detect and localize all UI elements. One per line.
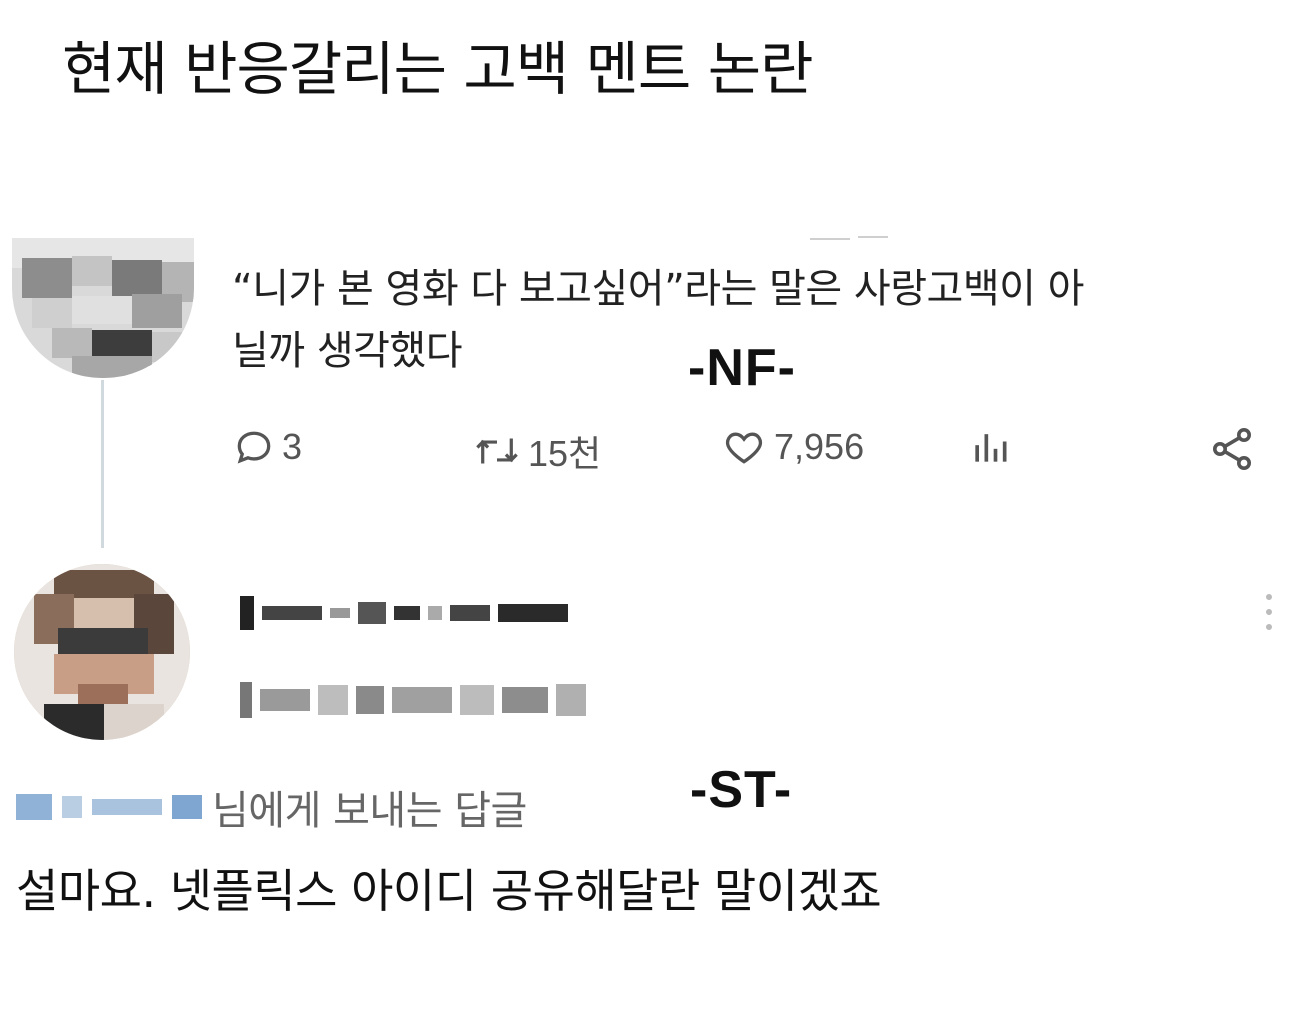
reply-tag: -ST-: [690, 761, 793, 819]
like-button[interactable]: 7,956: [720, 425, 864, 469]
reply-to-suffix: 님에게 보내는 답글: [212, 788, 527, 834]
divider: [858, 236, 888, 238]
reply-handle[interactable]: [240, 682, 586, 718]
like-icon: [720, 425, 768, 469]
tweet-actions: 3 15천 7,956: [232, 425, 1272, 485]
like-count: 7,956: [774, 426, 865, 467]
avatar[interactable]: [14, 564, 190, 740]
reply-button[interactable]: 3: [232, 425, 302, 469]
avatar[interactable]: [12, 238, 194, 378]
more-vertical-icon[interactable]: [1266, 594, 1272, 630]
retweet-count: 15천: [528, 433, 602, 474]
reply-to-line: 님에게 보내는 답글: [16, 778, 527, 836]
retweet-icon: [472, 429, 522, 473]
reply-display-name[interactable]: [240, 596, 568, 630]
thread-line: [101, 380, 104, 548]
reply-to-username[interactable]: [16, 794, 202, 820]
views-button[interactable]: [968, 425, 1012, 469]
tweet-text-line: “니가 본 영화 다 보고싶어”라는 말은 사랑고백이 아: [232, 266, 1084, 312]
reply-count: 3: [282, 426, 303, 467]
views-icon: [968, 425, 1012, 469]
share-icon: [1208, 425, 1256, 473]
page-headline: 현재 반응갈리는 고백 멘트 논란: [62, 35, 813, 103]
divider: [810, 238, 850, 240]
tweet-tag: -NF-: [688, 339, 796, 397]
reply-icon: [232, 425, 276, 469]
reply-text: 설마요. 넷플릭스 아이디 공유해달란 말이겠죠: [16, 864, 882, 918]
share-button[interactable]: [1208, 425, 1256, 473]
retweet-button[interactable]: 15천: [472, 425, 601, 477]
